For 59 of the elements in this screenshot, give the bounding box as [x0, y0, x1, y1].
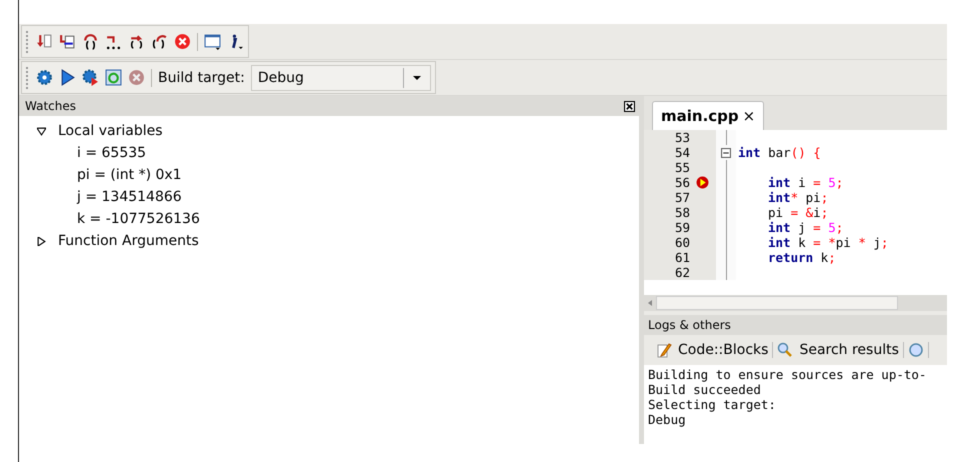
- expander-icon[interactable]: [37, 236, 46, 246]
- line-number: 58: [644, 205, 696, 220]
- tab-icon: [908, 342, 924, 358]
- log-line: Building to ensure sources are up-to-: [648, 367, 928, 382]
- tree-item[interactable]: Local variables: [58, 123, 163, 139]
- panel-title: Watches: [25, 99, 76, 113]
- caret-icon: [412, 76, 421, 80]
- tree-item[interactable]: Function Arguments: [58, 233, 199, 249]
- log-tab[interactable]: Code::Blocks: [652, 342, 774, 358]
- close-icon[interactable]: [624, 100, 635, 112]
- build-target-dropdown[interactable]: Debug: [250, 64, 431, 90]
- tab-close[interactable]: ×: [742, 107, 756, 125]
- watch-value[interactable]: i = 65535: [77, 145, 146, 161]
- line-number: 55: [644, 160, 696, 175]
- line-number: 57: [644, 190, 696, 205]
- editor-tab[interactable]: main.cpp ×: [652, 101, 764, 130]
- expander-icon[interactable]: [37, 126, 46, 136]
- watch-value[interactable]: j = 134514866: [77, 189, 182, 205]
- code-line: pi = &i;: [767, 205, 828, 220]
- gear-icon[interactable]: [36, 69, 53, 86]
- current-line-marker-icon: [696, 176, 709, 189]
- next-line-icon[interactable]: [82, 33, 99, 50]
- code-line: int* pi;: [767, 190, 828, 205]
- code-line: return k;: [767, 250, 836, 265]
- line-number: 54: [644, 145, 696, 160]
- build-target-label: Build target:: [158, 70, 245, 86]
- line-number: 60: [644, 235, 696, 250]
- line-number: 53: [644, 130, 696, 145]
- step-back-icon[interactable]: [151, 33, 168, 50]
- watch-value[interactable]: pi = (int *) 0x1: [77, 167, 182, 183]
- play-icon[interactable]: [59, 69, 76, 86]
- next-instruction-icon[interactable]: [105, 33, 122, 50]
- log-line: Selecting target:: [648, 397, 777, 412]
- watch-value[interactable]: k = -1077526136: [77, 211, 200, 227]
- horizontal-scrollbar[interactable]: [644, 295, 947, 311]
- fold-icon[interactable]: [721, 148, 731, 158]
- panel-title: Logs & others: [648, 318, 731, 332]
- window-icon[interactable]: [204, 33, 221, 50]
- line-number: 56: [644, 175, 696, 190]
- cancel-icon[interactable]: [128, 69, 145, 86]
- line-number: 59: [644, 220, 696, 235]
- search-icon: [777, 342, 794, 358]
- refresh-window-icon[interactable]: [105, 69, 122, 86]
- log-line: Build succeeded: [648, 382, 762, 397]
- gear-play-icon[interactable]: [82, 69, 99, 86]
- log-line: Debug: [648, 412, 687, 427]
- line-number: 61: [644, 250, 696, 265]
- stop-icon[interactable]: [174, 33, 191, 50]
- line-number: 62: [644, 265, 696, 280]
- scroll-left-icon[interactable]: [648, 300, 652, 306]
- step-out-icon[interactable]: [59, 33, 76, 50]
- code-line: int k = *pi * j;: [767, 235, 888, 250]
- step-over-icon[interactable]: [128, 33, 145, 50]
- code-line: int j = 5;: [767, 220, 844, 235]
- log-tab[interactable]: Search results: [773, 342, 904, 358]
- code-line: int i = 5;: [767, 175, 844, 190]
- step-into-icon[interactable]: [36, 33, 53, 50]
- pencil-icon: [656, 342, 672, 358]
- code-line: int bar() {: [737, 145, 821, 160]
